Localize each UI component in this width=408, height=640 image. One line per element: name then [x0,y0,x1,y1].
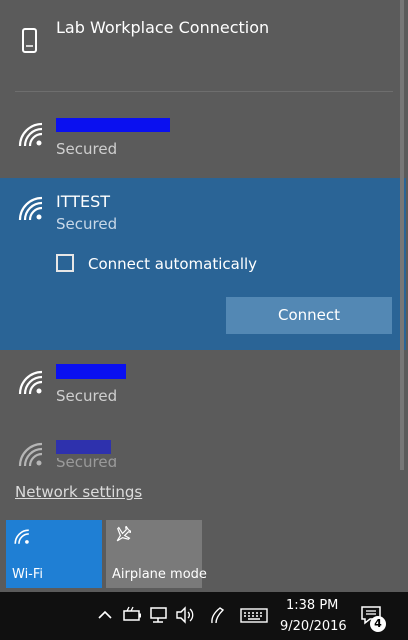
redacted-network-name [56,364,126,379]
taskbar [0,592,408,640]
volume-icon[interactable] [175,605,195,625]
network-status: Secured [56,387,118,405]
scrollbar[interactable] [400,0,404,470]
chevron-up-icon[interactable] [97,605,117,625]
redacted-network-name [56,118,170,132]
airplane-icon [113,525,133,548]
tile-label: Wi-Fi [12,567,44,582]
wifi-tile[interactable]: Wi-Fi [6,520,102,588]
wifi-network-item[interactable]: Secured [0,100,408,175]
phone-icon [20,28,46,54]
vpn-connection-item[interactable]: Lab Workplace Connection [0,0,408,90]
wifi-icon [18,196,44,222]
connect-automatically-checkbox[interactable] [56,254,74,272]
network-status: Secured [56,140,118,158]
clock-time[interactable]: 1:38 PM [286,598,338,613]
clock-date[interactable]: 9/20/2016 [280,619,347,634]
divider [15,91,393,92]
tile-label: Airplane mode [112,567,207,582]
connect-automatically-label[interactable]: Connect automatically [88,255,257,273]
wifi-icon [18,122,44,148]
airplane-mode-tile[interactable]: Airplane mode [106,520,207,588]
wifi-network-item[interactable]: Secured [0,352,408,427]
battery-icon[interactable] [121,605,141,625]
network-status: Secured [56,458,118,468]
pen-icon[interactable] [208,605,228,625]
network-name: ITTEST [56,192,111,211]
network-icon[interactable] [148,605,168,625]
wifi-icon [18,442,44,468]
wifi-icon [14,529,30,549]
wifi-network-item[interactable]: Secured [0,432,408,472]
network-flyout: Lab Workplace Connection Secured ITTEST [0,0,408,592]
network-settings-link[interactable]: Network settings [15,483,142,501]
wifi-icon [18,370,44,396]
network-status: Secured [56,215,118,233]
keyboard-icon[interactable] [240,605,268,625]
vpn-name: Lab Workplace Connection [56,18,270,37]
redacted-network-name [56,440,111,454]
notification-count-badge: 4 [370,616,386,632]
connect-button[interactable]: Connect [226,297,392,334]
